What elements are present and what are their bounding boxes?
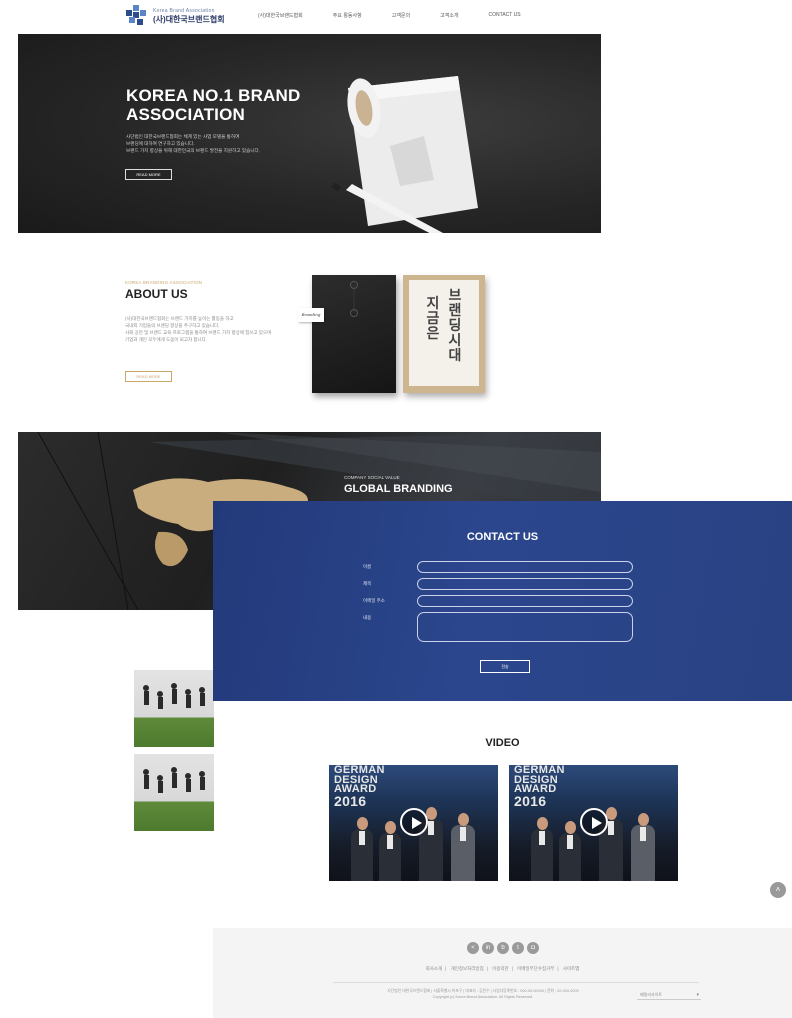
- team-jump-photo-2[interactable]: [134, 754, 214, 831]
- family-site-select[interactable]: 패밀리사이트: [637, 990, 701, 1000]
- jumping-people-icon: [143, 683, 205, 709]
- about-read-more-button[interactable]: READ MORE: [125, 371, 172, 382]
- global-title: GLOBAL BRANDING: [344, 483, 453, 495]
- person-figure: [379, 821, 401, 881]
- logo-english-text: Korea Brand Association: [153, 7, 215, 14]
- nav-item-clients[interactable]: 고객소개: [440, 12, 458, 19]
- contact-title: CONTACT US: [466, 531, 539, 543]
- award-text: GERMAN DESIGN AWARD 2016: [514, 765, 565, 809]
- global-kicker: COMPANY SOCIAL VALUE: [344, 475, 400, 480]
- person-figure: [531, 817, 553, 881]
- footer-link-email-policy[interactable]: 이메일무단수집거부: [517, 966, 554, 971]
- nav-item-association[interactable]: (사)대한국브랜드협회: [258, 12, 303, 19]
- message-label: 내용: [363, 615, 372, 620]
- social-links: < in b t ◘: [467, 942, 539, 954]
- award-line4: 2016: [334, 792, 367, 809]
- footer-link-terms[interactable]: 이용약관: [492, 966, 509, 971]
- footer-link-sitemap[interactable]: 사이트맵: [563, 966, 580, 971]
- linkedin-icon[interactable]: in: [482, 942, 494, 954]
- main-nav: (사)대한국브랜드협회 주요 활동사항 고객문의 고객소개 CONTACT US: [258, 12, 551, 19]
- contact-submit-button[interactable]: 전송: [480, 660, 530, 673]
- name-label: 이름: [363, 564, 372, 569]
- site-header: Korea Brand Association (사)대한국브랜드협회 (사)대…: [0, 0, 792, 34]
- video-thumbnail-1[interactable]: GERMAN DESIGN AWARD 2016: [329, 765, 498, 881]
- hero-title: KOREA NO.1 BRAND ASSOCIATION: [126, 86, 300, 124]
- about-desc-line4: 기업과 개인 모두에게 도움이 되고자 합니다.: [125, 337, 208, 342]
- envelope-text-col1: 지금은: [426, 295, 440, 341]
- hero-description: 사단법인 대한국브랜드협회는 체계 있는 사업 모델을 통하여 브랜딩에 대하여…: [126, 133, 326, 154]
- about-desc-line1: (사)대한국브랜드협회는 브랜드 가치를 높이는 활동을 하고: [125, 316, 234, 321]
- about-desc-line3: 사회 공헌 및 브랜드 교육 프로그램을 통하여 브랜드 가치 향상에 힘쓰고 …: [125, 330, 272, 335]
- video-thumbnail-2[interactable]: GERMAN DESIGN AWARD 2016: [509, 765, 678, 881]
- logo-mark-icon: [126, 5, 146, 25]
- logo-korean-text: (사)대한국브랜드협회: [153, 14, 225, 24]
- site-logo[interactable]: Korea Brand Association (사)대한국브랜드협회: [125, 4, 225, 28]
- award-text: GERMAN DESIGN AWARD 2016: [334, 765, 385, 809]
- kraft-envelope-image: 지금은 브랜딩시대: [403, 275, 485, 393]
- about-kicker: KOREA BRANDING ASSOCIATION: [125, 280, 203, 285]
- about-title: ABOUT US: [125, 287, 188, 301]
- scroll-to-top-button[interactable]: ˄: [770, 882, 786, 898]
- person-figure: [451, 813, 475, 881]
- kraft-envelope-label: 지금은 브랜딩시대: [409, 280, 479, 386]
- bookmark-icon[interactable]: t: [512, 942, 524, 954]
- footer-links: 회사소개 | 개인정보처리방침 | 이용약관 | 이메일무단수집거부 | 사이트맵: [425, 966, 580, 971]
- email-input[interactable]: [417, 595, 633, 607]
- contact-section: CONTACT US 이름 제목 이메일 주소 내용 전송: [213, 501, 792, 701]
- team-jump-photo-1[interactable]: [134, 670, 214, 747]
- hero-desc-line1: 사단법인 대한국브랜드협회는 체계 있는 사업 모델을 통하여: [126, 134, 240, 139]
- jumping-people-icon: [143, 767, 205, 793]
- subject-input[interactable]: [417, 578, 633, 590]
- footer-company-info: 사단법인 대한국브랜드협회 | 서울특별시 마포구 | 대표자 : 김민수 | …: [353, 988, 613, 1000]
- envelope-string-icon: [350, 281, 358, 317]
- hero-read-more-button[interactable]: READ MORE: [125, 169, 172, 180]
- hero-title-line1: KOREA NO.1 BRAND: [126, 86, 301, 105]
- hero-desc-line3: 브랜드 가치 향상을 위해 대한민국의 브랜드 발전을 지원하고 있습니다.: [126, 148, 261, 153]
- nav-item-activities[interactable]: 주요 활동사항: [333, 12, 362, 19]
- envelope-branding-tag: Branding: [298, 308, 324, 322]
- person-figure: [351, 817, 373, 881]
- nav-item-contact[interactable]: CONTACT US: [489, 12, 521, 19]
- share-icon[interactable]: <: [467, 942, 479, 954]
- hero-desc-line2: 브랜딩에 대하여 연구하고 있습니다.: [126, 141, 195, 146]
- email-label: 이메일 주소: [363, 598, 385, 603]
- about-description: (사)대한국브랜드협회는 브랜드 가치를 높이는 활동을 하고 국내외 기업들의…: [125, 315, 275, 343]
- nav-item-inquiry[interactable]: 고객문의: [392, 12, 410, 19]
- about-desc-line2: 국내외 기업들의 브랜딩 향상을 추구하고 있습니다.: [125, 323, 220, 328]
- instagram-icon[interactable]: ◘: [527, 942, 539, 954]
- notepad-pen-image: [331, 76, 478, 233]
- play-icon[interactable]: [400, 808, 428, 836]
- black-envelope-image: [312, 275, 396, 393]
- hero-banner: KOREA NO.1 BRAND ASSOCIATION 사단법인 대한국브랜드…: [18, 34, 601, 233]
- footer-link-privacy[interactable]: 개인정보처리방침: [451, 966, 484, 971]
- award-line4: 2016: [514, 792, 547, 809]
- subject-label: 제목: [363, 581, 372, 586]
- footer-info-line2: Copyright (c) Korea Brand Association. A…: [432, 995, 534, 999]
- hero-title-line2: ASSOCIATION: [126, 105, 246, 124]
- footer-link-about[interactable]: 회사소개: [426, 966, 443, 971]
- site-footer: < in b t ◘ 회사소개 | 개인정보처리방침 | 이용약관 | 이메일무단수집…: [213, 928, 792, 1018]
- blog-icon[interactable]: b: [497, 942, 509, 954]
- person-figure: [631, 813, 655, 881]
- play-icon[interactable]: [580, 808, 608, 836]
- video-section-title: VIDEO: [485, 737, 520, 749]
- footer-divider: [333, 982, 699, 983]
- message-textarea[interactable]: [417, 612, 633, 642]
- envelope-text-col2: 브랜딩시대: [448, 287, 462, 363]
- person-figure: [559, 821, 581, 881]
- name-input[interactable]: [417, 561, 633, 573]
